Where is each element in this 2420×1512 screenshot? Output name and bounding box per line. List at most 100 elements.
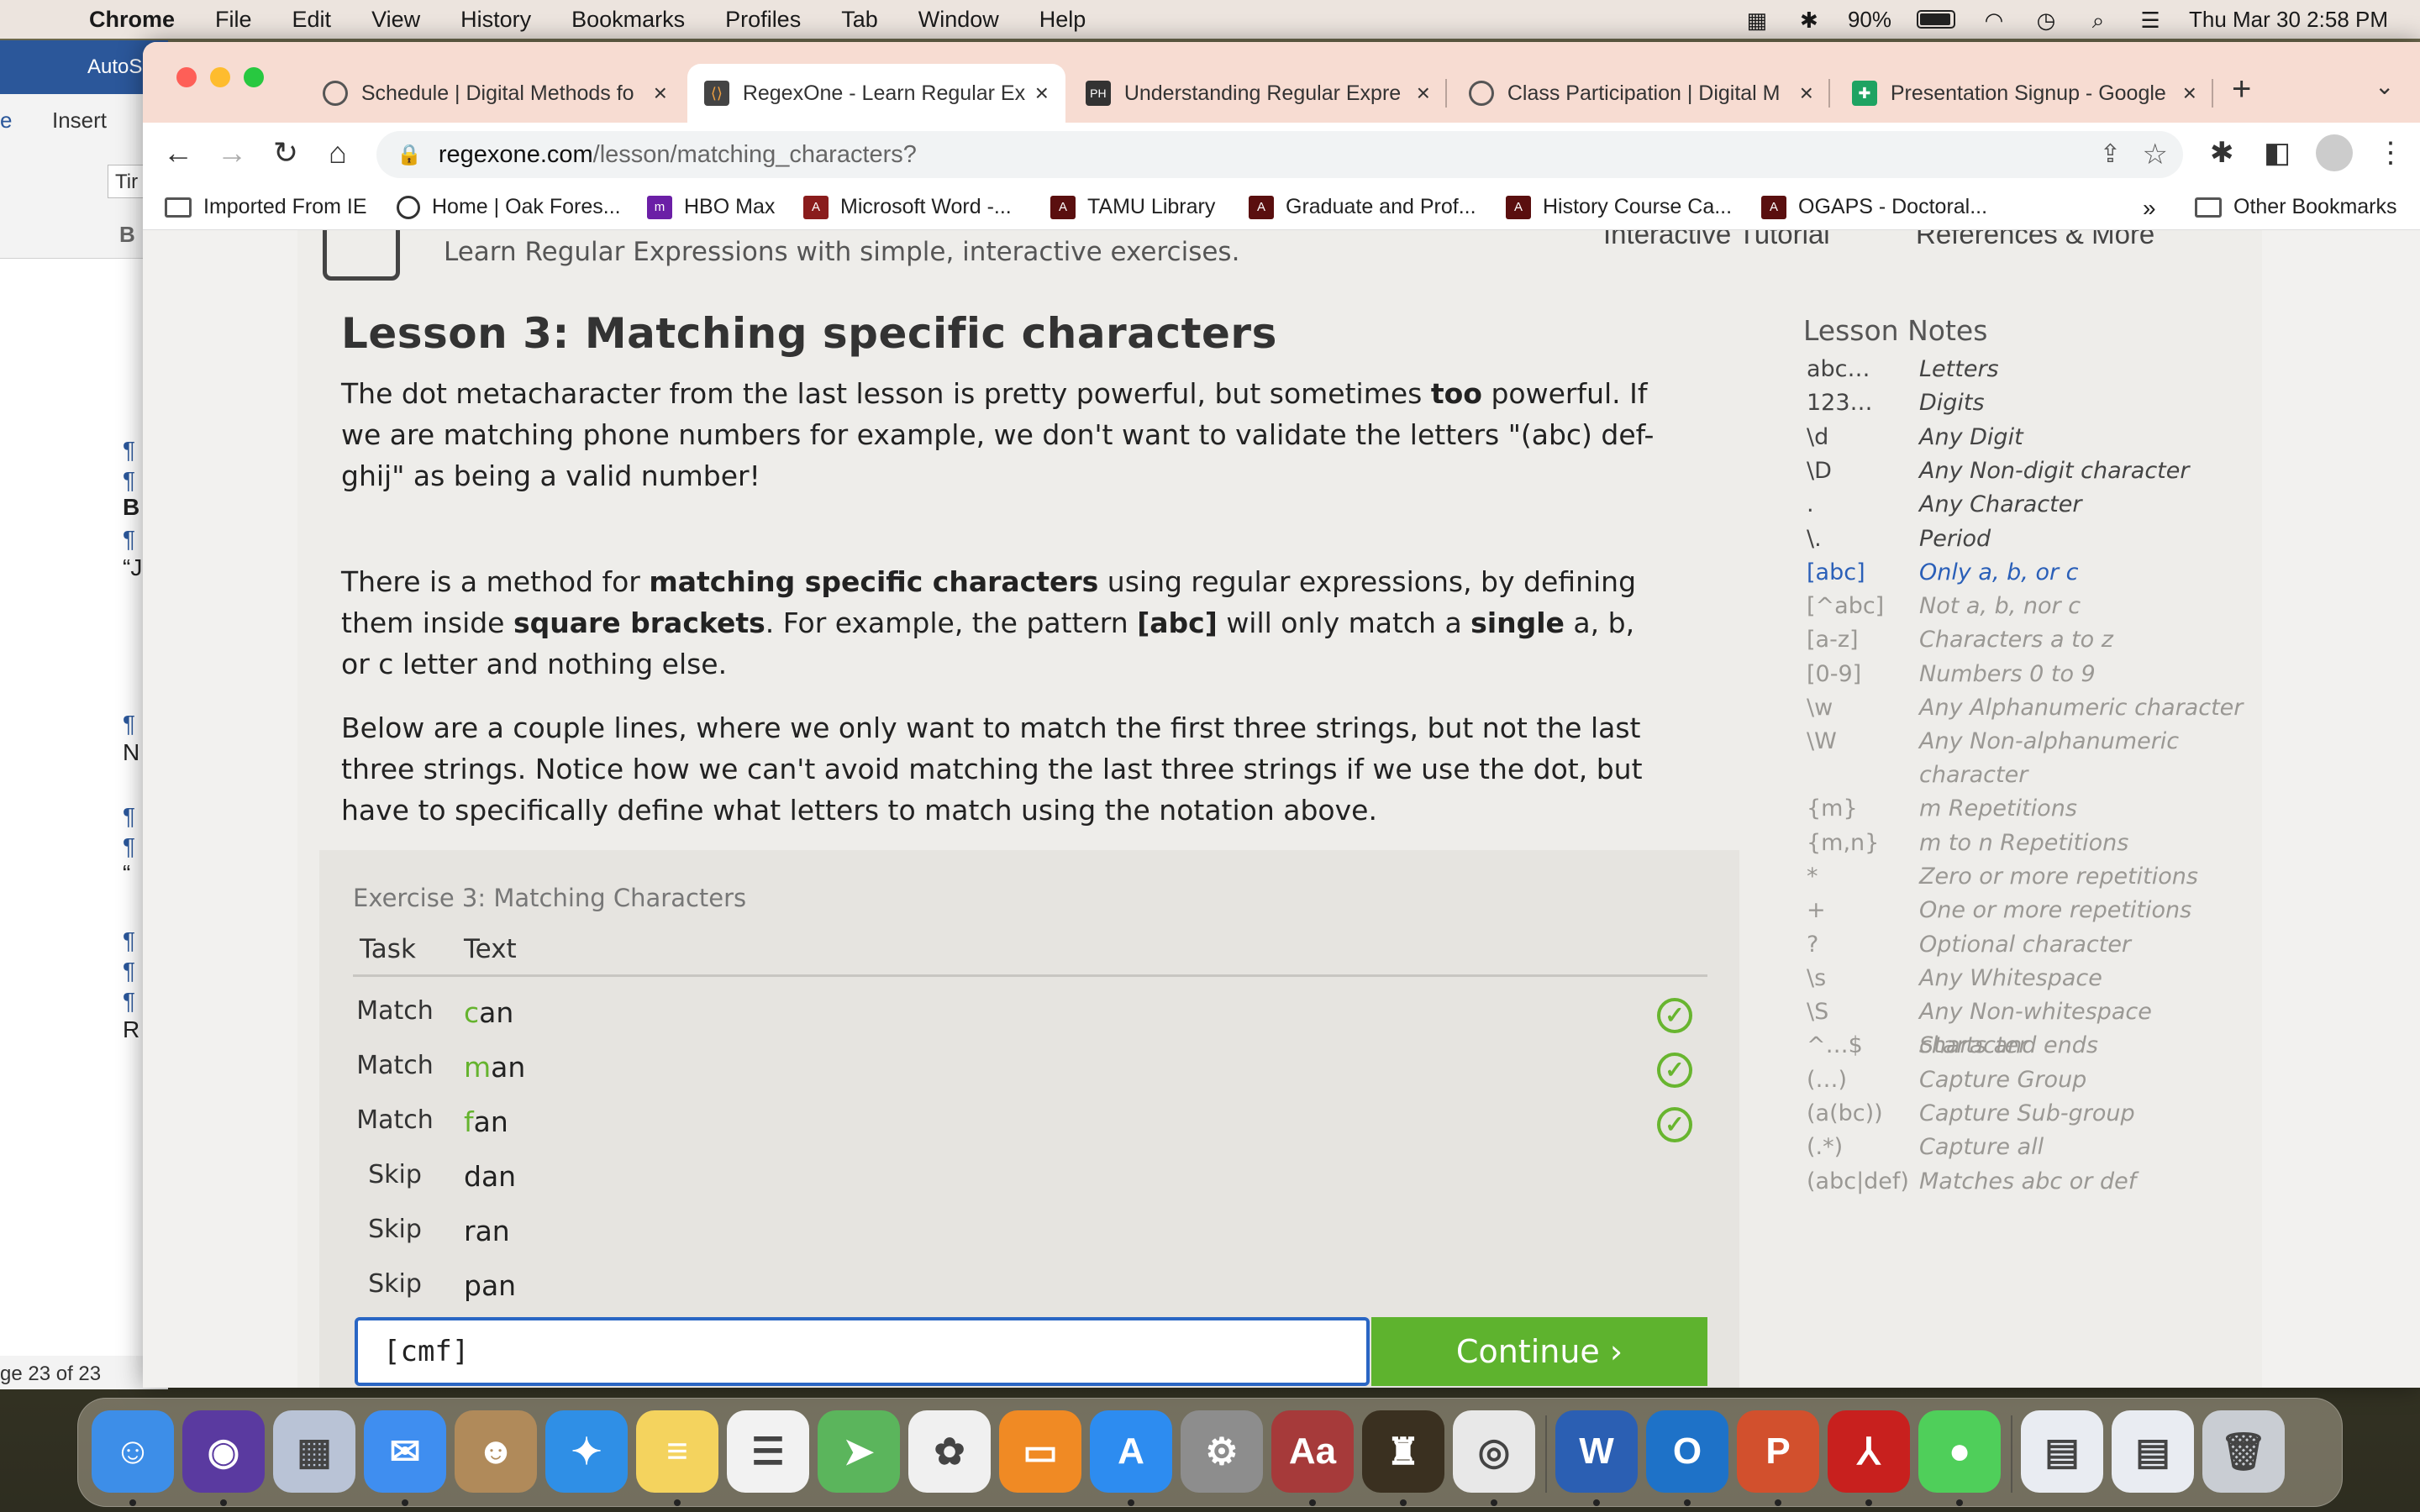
page-viewport[interactable]: Learn Regular Expressions with simple, i… (143, 230, 2420, 1388)
spotlight-search-icon[interactable]: ⌕ (2085, 8, 2112, 33)
regexone-logo[interactable] (323, 230, 400, 281)
address-bar[interactable]: 🔒 regexone.com/lesson/matching_character… (376, 131, 2183, 178)
bookmark-graduate-prof[interactable]: A Graduate and Prof... (1249, 195, 1476, 219)
bookmarks-overflow-button[interactable]: » (2143, 195, 2156, 222)
dock-word-icon[interactable]: W (1555, 1410, 1638, 1493)
dock-dictionary-icon[interactable]: Aa (1271, 1410, 1354, 1493)
lesson-note-item[interactable]: + One or more repetitions (1807, 894, 2277, 927)
battery-icon[interactable] (1917, 10, 1955, 29)
lesson-note-item[interactable]: [^abc] Not a, b, nor c (1807, 590, 2277, 623)
dock-app-store-icon[interactable]: A (1090, 1410, 1172, 1493)
tab-close-icon[interactable]: × (1035, 80, 1049, 107)
bookmark-history-course[interactable]: A History Course Ca... (1506, 195, 1732, 219)
dock-launchpad-icon[interactable]: ▦ (273, 1410, 355, 1493)
tab-presentation-signup[interactable]: ✚ Presentation Signup - Google × (1835, 64, 2213, 123)
word-bold-button[interactable]: B (119, 222, 135, 248)
lock-icon[interactable]: 🔒 (397, 143, 422, 167)
home-icon[interactable]: ⌂ (319, 134, 356, 171)
bookmark-imported-from-ie[interactable]: Imported From IE (165, 195, 367, 219)
regex-input[interactable] (355, 1317, 1370, 1386)
word-tab-home[interactable]: e (0, 108, 12, 134)
close-window-button[interactable] (176, 67, 197, 87)
dock-siri-icon[interactable]: ◉ (182, 1410, 265, 1493)
dock-trash-icon[interactable]: 🗑 (2202, 1410, 2285, 1493)
nav-interactive-tutorial[interactable]: Interactive Tutorial (1603, 230, 1830, 250)
tab-class-participation[interactable]: Class Participation | Digital M × (1452, 64, 1830, 123)
side-panel-icon[interactable]: ◧ (2264, 136, 2291, 170)
lesson-note-item[interactable]: {m,n} m to n Repetitions (1807, 827, 2277, 860)
lesson-note-item[interactable]: [a-z] Characters a to z (1807, 623, 2277, 657)
tab-close-icon[interactable]: × (1800, 80, 1813, 107)
minimize-window-button[interactable] (210, 67, 230, 87)
lesson-note-item[interactable]: [abc] Only a, b, or c (1807, 556, 2277, 590)
lesson-note-item[interactable]: \W Any Non-alphanumeric character (1807, 725, 2277, 792)
dock-notes-icon[interactable]: ≡ (636, 1410, 718, 1493)
share-icon[interactable]: ⇪ (2100, 139, 2121, 169)
tab-close-icon[interactable]: × (1417, 80, 1430, 107)
lesson-note-item[interactable]: . Any Character (1807, 488, 2277, 522)
dock-contacts-icon[interactable]: ☻ (455, 1410, 537, 1493)
dock-reminders-icon[interactable]: ☰ (727, 1410, 809, 1493)
menu-view[interactable]: View (371, 7, 420, 33)
tab-understanding-regex[interactable]: PH Understanding Regular Expre × (1069, 64, 1447, 123)
dock-maps-icon[interactable]: ➤ (818, 1410, 900, 1493)
chrome-menu-icon[interactable]: ⋮ (2376, 136, 2405, 170)
nav-references[interactable]: References & More (1916, 230, 2154, 250)
lesson-note-item[interactable]: (a(bc)) Capture Sub-group (1807, 1097, 2277, 1131)
dock-system-preferences-icon[interactable]: ⚙ (1181, 1410, 1263, 1493)
profile-avatar[interactable] (2316, 134, 2353, 171)
lesson-note-item[interactable]: {m} m Repetitions (1807, 792, 2277, 826)
extensions-puzzle-icon[interactable]: ✱ (2210, 136, 2234, 170)
dock-messages-icon[interactable]: ● (1918, 1410, 2001, 1493)
lesson-note-item[interactable]: \s Any Whitespace (1807, 962, 2277, 995)
menu-window[interactable]: Window (918, 7, 999, 33)
bookmark-star-icon[interactable]: ☆ (2143, 138, 2168, 171)
tab-regexone[interactable]: ⟨⟩ RegexOne - Learn Regular Ex × (687, 64, 1065, 123)
lesson-note-item[interactable]: \w Any Alphanumeric character (1807, 691, 2277, 725)
menu-bookmarks[interactable]: Bookmarks (571, 7, 685, 33)
lesson-note-item[interactable]: \D Any Non-digit character (1807, 454, 2277, 488)
tab-close-icon[interactable]: × (654, 80, 667, 107)
lesson-note-item[interactable]: * Zero or more repetitions (1807, 860, 2277, 894)
dock-outlook-icon[interactable]: O (1646, 1410, 1728, 1493)
menubar-clock[interactable]: Thu Mar 30 2:58 PM (2189, 7, 2388, 33)
other-bookmarks[interactable]: Other Bookmarks (2195, 195, 2397, 219)
dock-powerpoint-icon[interactable]: P (1737, 1410, 1819, 1493)
dock-chrome-icon[interactable]: ◎ (1453, 1410, 1535, 1493)
lesson-note-item[interactable]: abc… Letters (1807, 353, 2277, 386)
back-arrow-icon[interactable]: ← (160, 134, 197, 171)
dock-medieval-ii-icon[interactable]: ♜ (1362, 1410, 1444, 1493)
menu-history[interactable]: History (460, 7, 531, 33)
tab-schedule[interactable]: Schedule | Digital Methods fo × (306, 64, 684, 123)
menu-profiles[interactable]: Profiles (725, 7, 801, 33)
lesson-note-item[interactable]: (abc|def) Matches abc or def (1807, 1165, 2277, 1199)
wifi-icon[interactable]: ◠ (1981, 8, 2007, 33)
lesson-note-item[interactable]: [0-9] Numbers 0 to 9 (1807, 658, 2277, 691)
dock-books-icon[interactable]: ▭ (999, 1410, 1081, 1493)
bookmark-oak-forest[interactable]: Home | Oak Fores... (397, 195, 621, 219)
lesson-note-item[interactable]: 123… Digits (1807, 386, 2277, 420)
lesson-note-item[interactable]: (…) Capture Group (1807, 1063, 2277, 1097)
lesson-note-item[interactable]: \. Period (1807, 522, 2277, 556)
lesson-note-item[interactable]: \d Any Digit (1807, 421, 2277, 454)
dock-doc-preview-1-icon[interactable]: ▤ (2021, 1410, 2103, 1493)
dock-mail-icon[interactable]: ✉ (364, 1410, 446, 1493)
dock-doc-preview-2-icon[interactable]: ▤ (2112, 1410, 2194, 1493)
dock-acrobat-icon[interactable]: ⅄ (1828, 1410, 1910, 1493)
tab-search-chevron-icon[interactable]: ⌄ (2375, 72, 2394, 100)
bookmark-ogaps[interactable]: A OGAPS - Doctoral... (1761, 195, 1987, 219)
bookmark-microsoft-word[interactable]: A Microsoft Word -... (803, 195, 1012, 219)
lesson-note-item[interactable]: ^…$ Starts and ends (1807, 1029, 2277, 1063)
reload-icon[interactable]: ↻ (267, 134, 304, 171)
bookmark-tamu-library[interactable]: A TAMU Library (1050, 195, 1215, 219)
dock-finder-icon[interactable]: ☺ (92, 1410, 174, 1493)
display-mirroring-icon[interactable]: ▦ (1744, 8, 1770, 33)
continue-button[interactable]: Continue › (1371, 1317, 1707, 1386)
menu-tab[interactable]: Tab (841, 7, 878, 33)
menu-file[interactable]: File (215, 7, 252, 33)
zoom-window-button[interactable] (244, 67, 264, 87)
time-machine-icon[interactable]: ◷ (2033, 8, 2060, 33)
word-tab-insert[interactable]: Insert (52, 108, 107, 134)
menu-edit[interactable]: Edit (292, 7, 332, 33)
dock-safari-icon[interactable]: ✦ (545, 1410, 628, 1493)
